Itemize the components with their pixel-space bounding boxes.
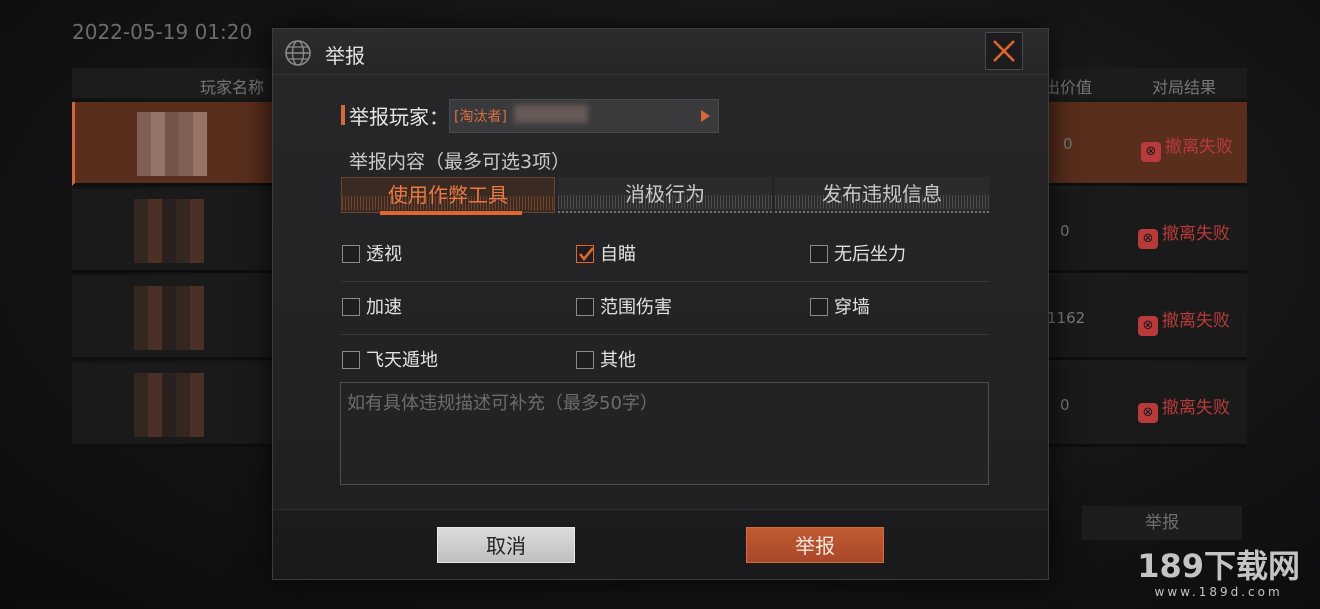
status-badge: ⊗ 撤离失败	[1138, 219, 1230, 249]
name-mosaic	[514, 105, 588, 123]
row-value: 0	[1063, 135, 1073, 153]
avatar	[134, 373, 204, 437]
tab-negative-behavior[interactable]: 消极行为	[558, 177, 772, 213]
column-value: 出价值	[1044, 78, 1093, 97]
tab-violating-info[interactable]: 发布违规信息	[775, 177, 989, 213]
option-checkbox[interactable]: 飞天遁地	[342, 346, 438, 372]
checkbox-checked-icon	[576, 245, 594, 263]
description-input[interactable]: 如有具体违规描述可补充（最多50字）	[340, 382, 989, 485]
reported-player-select[interactable]: [淘汰者]	[449, 99, 719, 133]
fail-icon: ⊗	[1141, 142, 1161, 162]
column-player-name: 玩家名称	[200, 78, 265, 97]
reporter-label: 举报玩家：	[349, 105, 449, 129]
dropdown-arrow-icon	[701, 110, 710, 122]
option-row: 加速 范围伤害 穿墙	[341, 282, 989, 335]
close-button[interactable]	[985, 32, 1023, 70]
dialog-title: 举报	[325, 44, 365, 68]
report-dialog: 举报 举报玩家： [淘汰者] 举报内容（最多可选3项） 使用作弊工具 消极行为 …	[272, 28, 1049, 580]
status-badge: ⊗ 撤离失败	[1138, 306, 1230, 336]
description-placeholder: 如有具体违规描述可补充（最多50字）	[347, 393, 658, 414]
option-checkbox[interactable]: 范围伤害	[576, 293, 672, 319]
tab-cheating-tools[interactable]: 使用作弊工具	[341, 177, 555, 215]
report-options: 透视 自瞄 无后坐力 加速 范围伤害 穿墙 飞天遁地 其他	[341, 229, 989, 388]
status-badge: ⊗ 撤离失败	[1138, 393, 1230, 423]
avatar	[137, 112, 207, 176]
row-value: 0	[1060, 222, 1070, 240]
match-date: 2022-05-19 01:20	[72, 20, 253, 44]
cancel-button[interactable]: 取消	[437, 527, 575, 563]
submit-report-button[interactable]: 举报	[746, 527, 884, 563]
column-result: 对局结果	[1152, 78, 1217, 97]
checkbox-icon	[342, 298, 360, 316]
fail-icon: ⊗	[1138, 403, 1158, 423]
fail-icon: ⊗	[1138, 229, 1158, 249]
background-report-button[interactable]: 举报	[1082, 506, 1242, 540]
report-category-tabs: 使用作弊工具 消极行为 发布违规信息	[341, 177, 989, 215]
checkbox-icon	[810, 245, 828, 263]
option-row: 透视 自瞄 无后坐力	[341, 229, 989, 282]
checkbox-icon	[810, 298, 828, 316]
option-checkbox[interactable]: 其他	[576, 346, 636, 372]
reported-player-name: [淘汰者]	[454, 109, 507, 125]
option-row: 飞天遁地 其他	[341, 335, 989, 388]
site-watermark: 189下载网 www.189d.com	[1137, 547, 1300, 599]
option-checkbox[interactable]: 自瞄	[576, 240, 636, 266]
checkbox-icon	[342, 351, 360, 369]
row-value: 0	[1060, 396, 1070, 414]
globe-icon	[283, 38, 313, 68]
avatar	[134, 286, 204, 350]
option-checkbox[interactable]: 穿墙	[810, 293, 870, 319]
report-content-hint: 举报内容（最多可选3项）	[349, 151, 571, 173]
option-checkbox[interactable]: 无后坐力	[810, 240, 906, 266]
status-badge: ⊗ 撤离失败	[1141, 132, 1233, 162]
checkbox-icon	[576, 298, 594, 316]
dialog-footer	[273, 509, 1048, 579]
checkbox-icon	[576, 351, 594, 369]
row-value: 1162	[1047, 309, 1086, 327]
dialog-titlebar: 举报	[273, 29, 1048, 75]
fail-icon: ⊗	[1138, 316, 1158, 336]
avatar	[134, 199, 204, 263]
checkbox-icon	[342, 245, 360, 263]
option-checkbox[interactable]: 透视	[342, 240, 402, 266]
option-checkbox[interactable]: 加速	[342, 293, 402, 319]
accent-bar	[341, 105, 345, 125]
